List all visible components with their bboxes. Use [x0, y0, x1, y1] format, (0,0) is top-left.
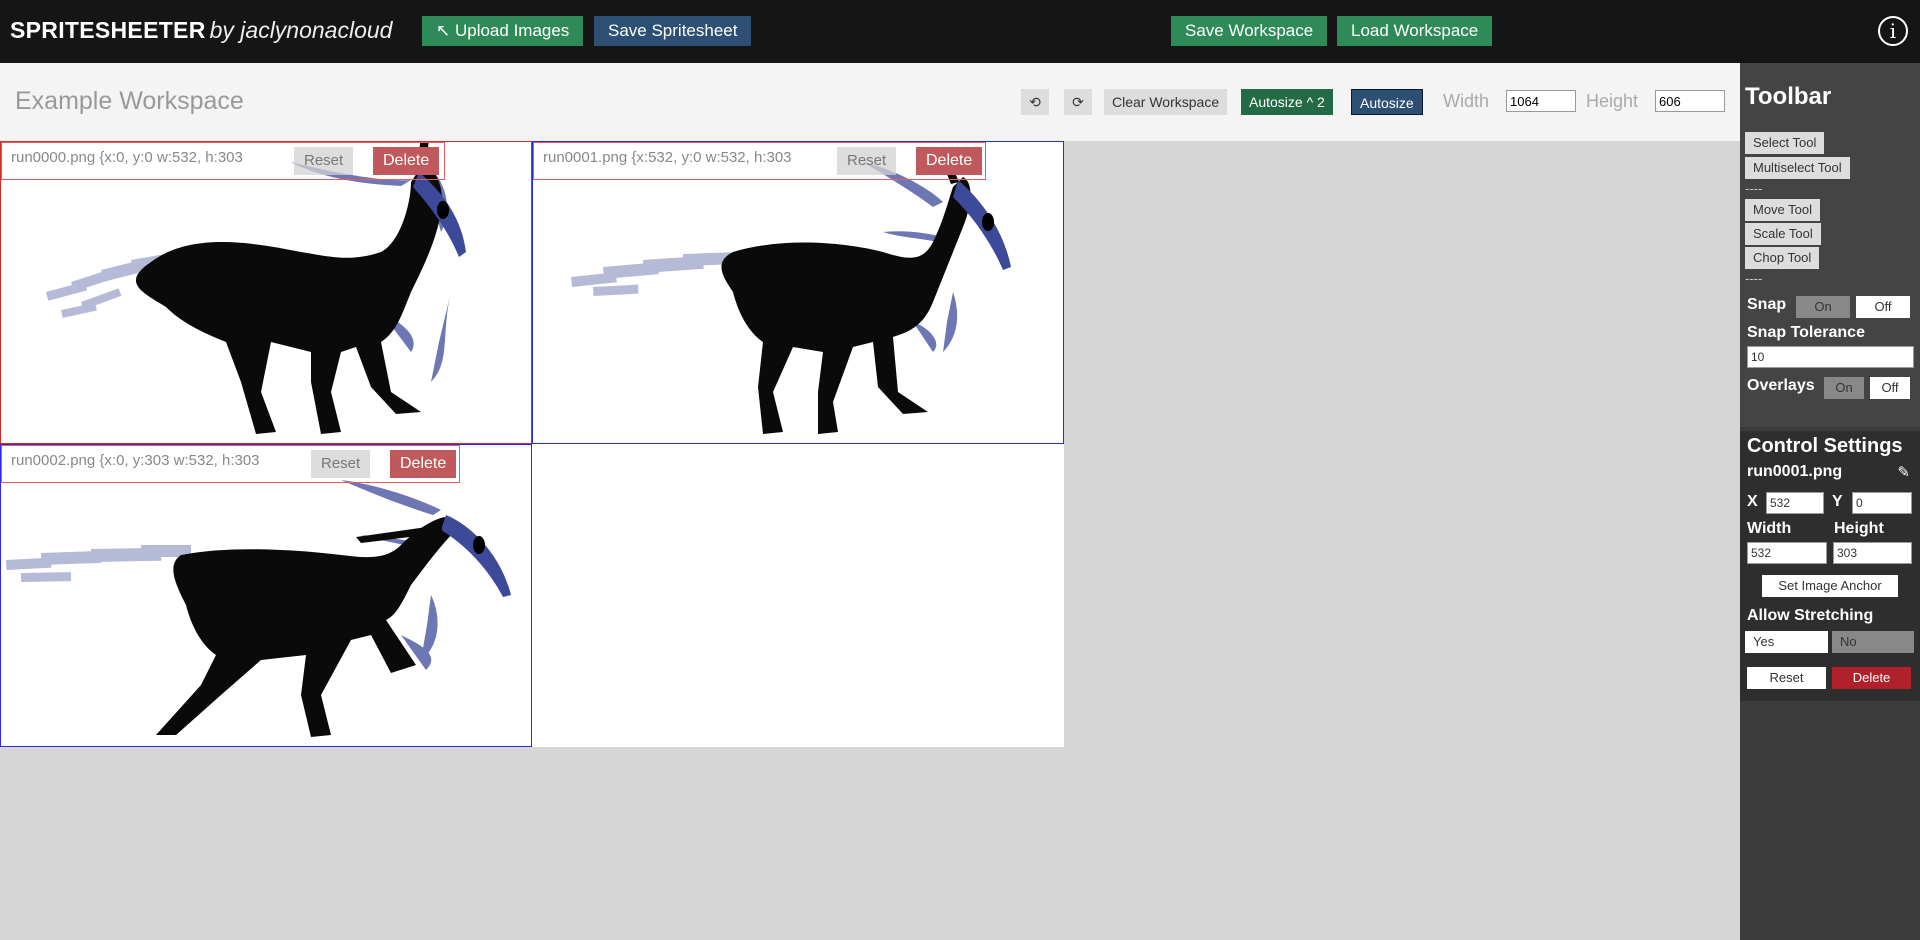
toolbar-section: Toolbar Select Tool Multiselect Tool ---… [1740, 63, 1920, 427]
multiselect-tool-button[interactable]: Multiselect Tool [1745, 157, 1850, 179]
control-settings-section: Control Settings run0001.png ✎ X Y Width… [1740, 431, 1920, 701]
height-label: Height [1586, 91, 1639, 111]
creature-image [45, 142, 466, 434]
control-width-input[interactable] [1747, 542, 1827, 564]
autosize-pow2-button[interactable]: Autosize ^ 2 [1241, 89, 1333, 115]
toolbar-title: Toolbar [1745, 83, 1832, 110]
snap-label: Snap [1747, 296, 1787, 313]
undo-button[interactable]: ⟲ [1021, 89, 1049, 115]
control-height-input[interactable] [1833, 542, 1912, 564]
set-image-anchor-button[interactable]: Set Image Anchor [1762, 575, 1898, 597]
snap-on-toggle[interactable]: On [1796, 296, 1850, 318]
select-tool-button[interactable]: Select Tool [1745, 132, 1825, 154]
info-icon[interactable]: i [1878, 16, 1908, 46]
workspace-canvas[interactable]: run0000.png {x:0, y:0 w:532, h:303 Reset… [0, 141, 1064, 747]
chop-tool-button[interactable]: Chop Tool [1745, 247, 1820, 269]
allow-stretching-label: Allow Stretching [1747, 607, 1874, 624]
overlays-on-toggle[interactable]: On [1824, 377, 1864, 399]
sprite-label: run0000.png {x:0, y:0 w:532, h:303 [11, 149, 243, 166]
sprite-reset-button[interactable]: Reset [837, 147, 897, 175]
selected-filename: run0001.png [1747, 463, 1843, 480]
sprite-delete-button[interactable]: Delete [390, 450, 457, 478]
workspace-title: Example Workspace [15, 87, 244, 115]
workspace-width-input[interactable] [1506, 90, 1576, 112]
control-delete-button[interactable]: Delete [1832, 667, 1911, 689]
y-label: Y [1832, 493, 1843, 510]
creature-image [6, 480, 511, 737]
sprite-run0001[interactable]: run0001.png {x:532, y:0 w:532, h:303 Res… [532, 141, 1064, 444]
workspace-height-input[interactable] [1655, 90, 1725, 112]
snap-tolerance-label: Snap Tolerance [1747, 324, 1865, 341]
edit-pencil-icon[interactable]: ✎ [1897, 463, 1910, 481]
sprite-label: run0002.png {x:0, y:303 w:532, h:303 [11, 452, 260, 469]
sprite-delete-button[interactable]: Delete [373, 147, 440, 175]
right-panel: Toolbar Select Tool Multiselect Tool ---… [1740, 63, 1920, 940]
toolbar-divider: ---- [1745, 271, 1763, 286]
x-input[interactable] [1766, 492, 1824, 514]
y-input[interactable] [1852, 492, 1912, 514]
load-workspace-button[interactable]: Load Workspace [1337, 16, 1493, 46]
overlays-label: Overlays [1747, 377, 1815, 394]
redo-button[interactable]: ⟳ [1064, 89, 1092, 115]
scale-tool-button[interactable]: Scale Tool [1745, 223, 1821, 245]
save-workspace-button[interactable]: Save Workspace [1171, 16, 1328, 46]
sprite-delete-button[interactable]: Delete [916, 147, 983, 175]
stretch-no-toggle[interactable]: No [1832, 631, 1914, 653]
sprite-run0000[interactable]: run0000.png {x:0, y:0 w:532, h:303 Reset… [0, 141, 532, 444]
stretch-yes-toggle[interactable]: Yes [1745, 631, 1828, 653]
creature-image [571, 150, 1011, 434]
workspace-header: Example Workspace ⟲ ⟳ Clear Workspace Au… [0, 63, 1740, 141]
sprite-overlay-bar: run0000.png {x:0, y:0 w:532, h:303 Reset… [1, 142, 445, 180]
sprite-reset-button[interactable]: Reset [294, 147, 354, 175]
move-tool-button[interactable]: Move Tool [1745, 199, 1821, 221]
top-bar: SPRITESHEETER by jaclynonacloud ↖ Upload … [0, 0, 1920, 63]
app-brand: SPRITESHEETER by jaclynonacloud [10, 17, 392, 44]
brand-author: by jaclynonacloud [209, 17, 393, 43]
snap-off-toggle[interactable]: Off [1856, 296, 1910, 318]
clear-workspace-button[interactable]: Clear Workspace [1104, 89, 1228, 115]
save-spritesheet-button[interactable]: Save Spritesheet [594, 16, 752, 46]
sprite-overlay-bar: run0002.png {x:0, y:303 w:532, h:303 Res… [1, 445, 460, 483]
overlays-off-toggle[interactable]: Off [1870, 377, 1910, 399]
upload-images-button[interactable]: ↖ Upload Images [422, 16, 584, 46]
sprite-reset-button[interactable]: Reset [311, 450, 371, 478]
x-label: X [1747, 493, 1758, 510]
sprite-label: run0001.png {x:532, y:0 w:532, h:303 [543, 149, 792, 166]
sprite-overlay-bar: run0001.png {x:532, y:0 w:532, h:303 Res… [533, 142, 986, 180]
toolbar-divider: ---- [1745, 181, 1763, 196]
control-width-label: Width [1747, 520, 1792, 537]
sprite-run0002[interactable]: run0002.png {x:0, y:303 w:532, h:303 Res… [0, 444, 532, 747]
snap-tolerance-input[interactable] [1747, 346, 1914, 368]
control-height-label: Height [1834, 520, 1884, 537]
control-reset-button[interactable]: Reset [1747, 667, 1826, 689]
width-label: Width [1443, 91, 1490, 111]
brand-name: SPRITESHEETER [10, 17, 206, 43]
autosize-button[interactable]: Autosize [1351, 89, 1423, 115]
control-settings-title: Control Settings [1747, 435, 1903, 457]
